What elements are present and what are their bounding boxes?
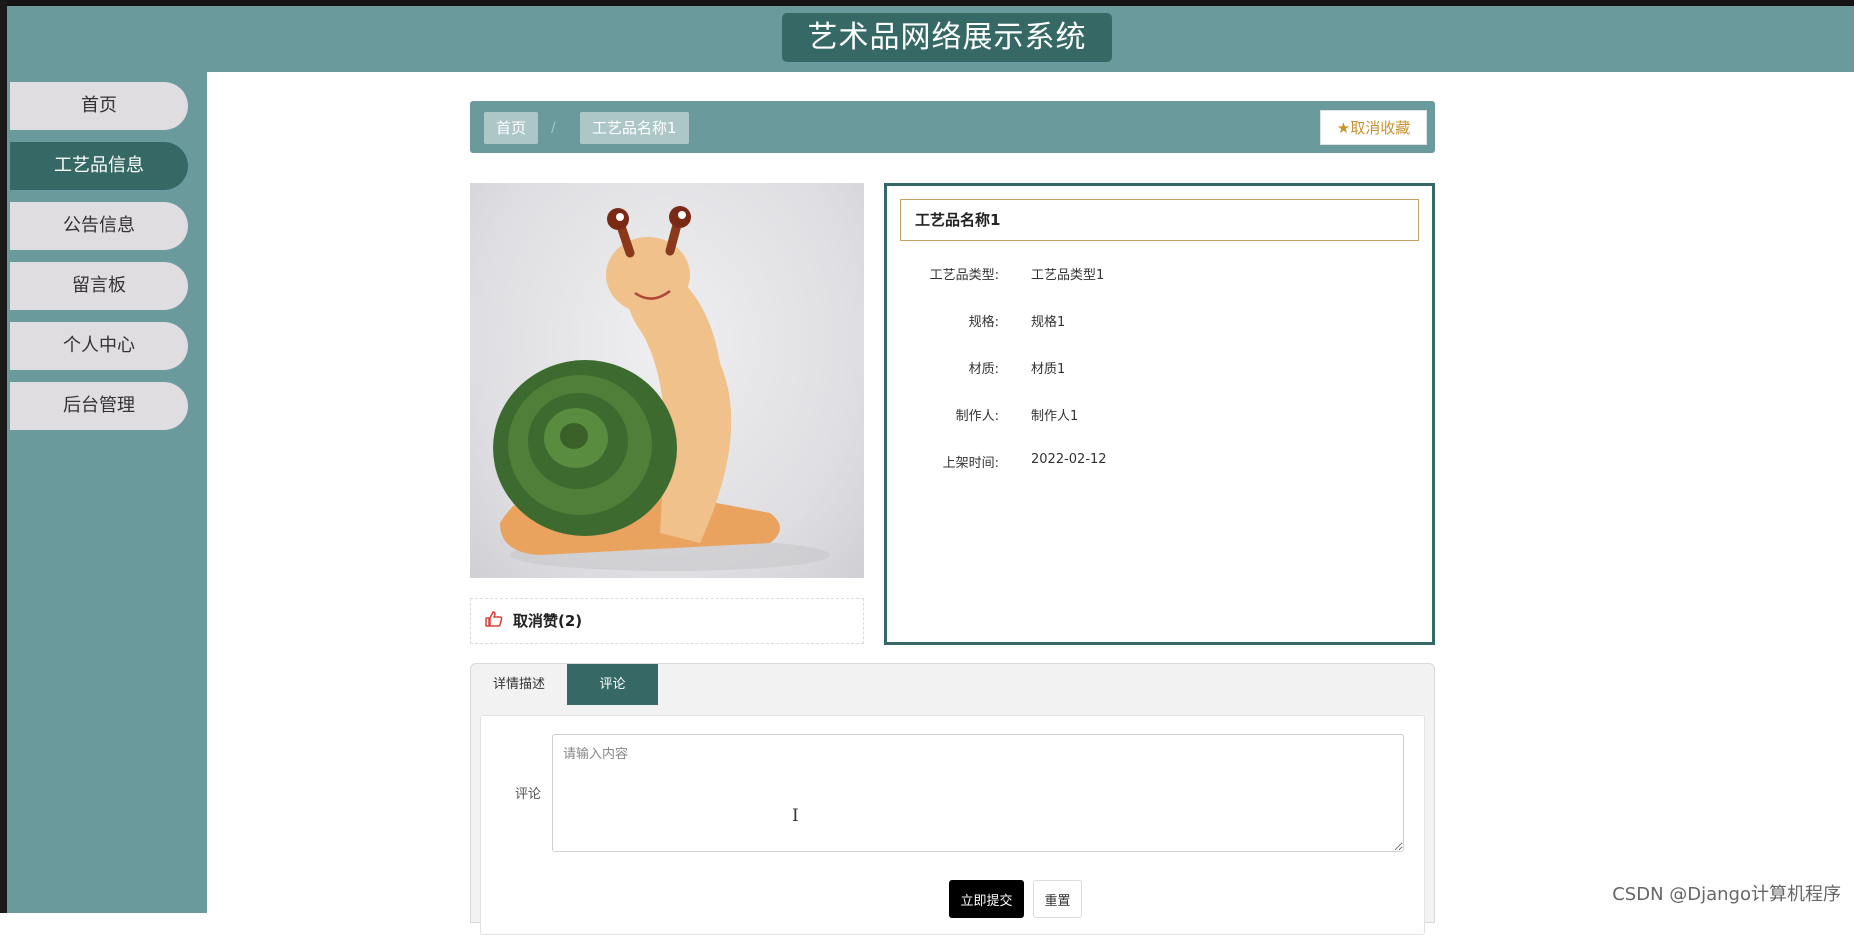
info-label: 上架时间:	[942, 456, 999, 471]
info-value: 制作人1	[1031, 409, 1079, 424]
unlike-button[interactable]: 取消赞(2)	[513, 599, 582, 643]
info-row-maker: 制作人: 制作人1	[887, 405, 1427, 425]
breadcrumb-current: 工艺品名称1	[580, 112, 689, 144]
breadcrumb-home-link[interactable]: 首页	[484, 112, 539, 144]
sidebar-item-admin[interactable]: 后台管理	[10, 382, 188, 430]
site-header: 艺术品网络展示系统	[7, 6, 1854, 72]
comment-label: 评论	[515, 787, 542, 802]
submit-button[interactable]: 立即提交	[949, 880, 1024, 918]
breadcrumb: 首页 / 工艺品名称1 ★取消收藏	[470, 101, 1435, 153]
detail-tabs: 详情描述 评论 评论 立即提交 重置	[470, 663, 1435, 935]
comment-panel: 评论 立即提交 重置	[480, 715, 1425, 935]
snail-figurine-icon	[493, 206, 830, 571]
sidebar-item-notices[interactable]: 公告信息	[10, 202, 188, 250]
info-label: 规格:	[968, 315, 999, 330]
comment-input[interactable]	[552, 734, 1404, 852]
sidebar-item-messageboard[interactable]: 留言板	[10, 262, 188, 310]
info-value: 工艺品类型1	[1031, 268, 1105, 283]
tab-comments[interactable]: 评论	[567, 664, 658, 705]
info-row-type: 工艺品类型: 工艺品类型1	[887, 264, 1427, 284]
product-info-panel: 工艺品名称1 工艺品类型: 工艺品类型1 规格: 规格1 材质: 材质1 制作人…	[884, 183, 1435, 645]
info-label: 制作人:	[955, 409, 999, 424]
product-name: 工艺品名称1	[900, 199, 1419, 241]
info-value: 材质1	[1031, 362, 1066, 377]
sidebar-item-home[interactable]: 首页	[10, 82, 188, 130]
sidebar-item-crafts[interactable]: 工艺品信息	[10, 142, 188, 190]
info-row-listed-time: 上架时间: 2022-02-12	[887, 452, 1427, 472]
watermark: CSDN @Django计算机程序	[1612, 884, 1841, 905]
info-row-spec: 规格: 规格1	[887, 311, 1427, 331]
like-box: 取消赞(2)	[470, 598, 864, 644]
reset-button[interactable]: 重置	[1033, 880, 1082, 918]
breadcrumb-separator: /	[551, 120, 556, 136]
site-title: 艺术品网络展示系统	[782, 13, 1112, 62]
thumbs-up-icon[interactable]	[485, 611, 503, 631]
text-cursor-icon: I	[792, 806, 799, 826]
window-left-edge	[0, 0, 7, 913]
info-row-material: 材质: 材质1	[887, 358, 1427, 378]
sidebar-item-profile[interactable]: 个人中心	[10, 322, 188, 370]
unfavorite-button[interactable]: ★取消收藏	[1320, 110, 1427, 145]
info-label: 工艺品类型:	[929, 268, 999, 283]
info-value: 2022-02-12	[1031, 452, 1107, 467]
product-image	[470, 183, 864, 578]
info-value: 规格1	[1031, 315, 1066, 330]
sidebar: 首页 工艺品信息 公告信息 留言板 个人中心 后台管理	[7, 72, 207, 913]
info-label: 材质:	[968, 362, 999, 377]
tab-description[interactable]: 详情描述	[471, 664, 567, 705]
